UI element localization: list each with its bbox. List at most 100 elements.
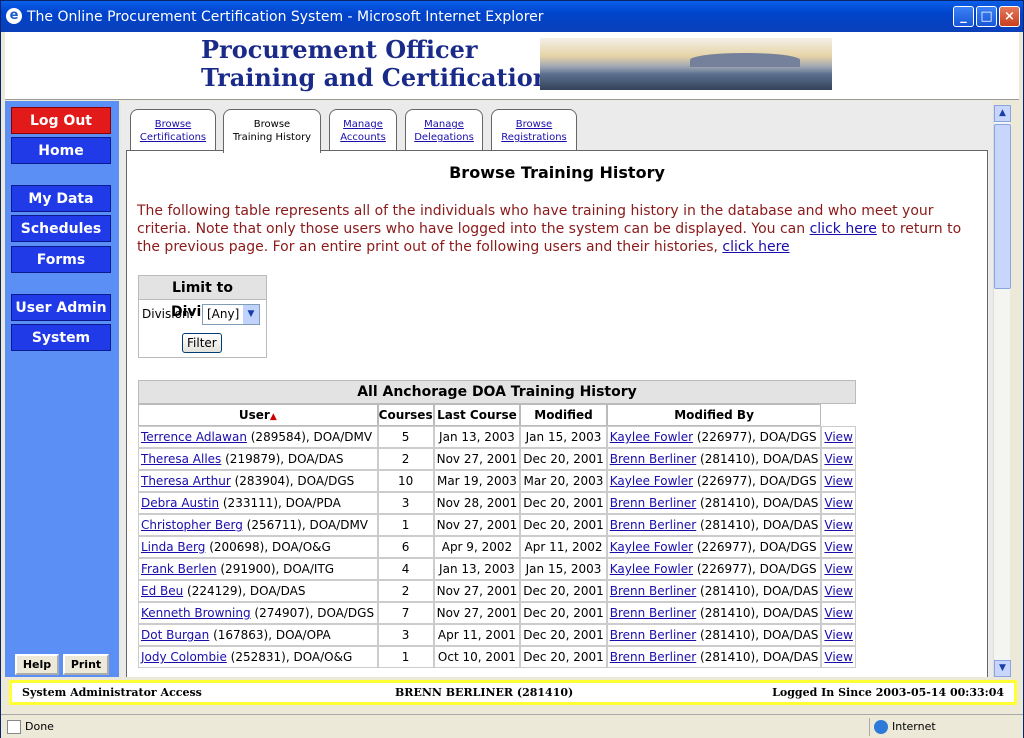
chevron-down-icon[interactable]: ▼ <box>243 305 259 324</box>
tab-browse-certifications[interactable]: Browse Certifications <box>130 109 216 151</box>
print-button[interactable]: Print <box>63 654 109 675</box>
view-link[interactable]: View <box>824 518 852 532</box>
schedules-button[interactable]: Schedules <box>11 215 111 242</box>
maximize-button[interactable]: □ <box>976 6 997 27</box>
user-cell: Theresa Arthur (283904), DOA/DGS <box>138 470 378 492</box>
modified-cell: Dec 20, 2001 <box>520 514 607 536</box>
logout-button[interactable]: Log Out <box>11 107 111 134</box>
courses-cell: 2 <box>377 580 434 602</box>
view-link[interactable]: View <box>824 452 852 466</box>
table-row: Kenneth Browning (274907), DOA/DGS 7 Nov 2… <box>138 602 856 624</box>
view-link[interactable]: View <box>824 562 852 576</box>
courses-cell: 3 <box>377 624 434 646</box>
user-cell: Frank Berlen (291900), DOA/ITG <box>138 558 378 580</box>
home-button[interactable]: Home <box>11 137 111 164</box>
header-landscape-image <box>540 38 832 90</box>
view-link[interactable]: View <box>824 606 852 620</box>
vertical-scrollbar[interactable]: ▲ ▼ <box>993 105 1011 677</box>
tab-browse-training-history[interactable]: Browse Training History <box>223 109 321 153</box>
scrollbar-thumb[interactable] <box>994 124 1011 289</box>
view-link[interactable]: View <box>824 650 852 664</box>
table-row: Dot Burgan (167863), DOA/OPA 3 Apr 11, 200… <box>138 624 856 646</box>
last-course-cell: Nov 27, 2001 <box>433 448 521 470</box>
tab-manage-delegations[interactable]: Manage Delegations <box>405 109 483 151</box>
user-link[interactable]: Jody Colombie <box>141 650 227 664</box>
my-data-button[interactable]: My Data <box>11 185 111 212</box>
site-title: Procurement Officer Training and Certifi… <box>201 35 551 92</box>
view-cell: View <box>821 448 856 470</box>
title-bar[interactable]: e The Online Procurement Certification S… <box>1 1 1023 32</box>
status-text: Done <box>25 720 54 733</box>
system-button[interactable]: System <box>11 324 111 351</box>
last-course-cell: Apr 11, 2001 <box>433 624 521 646</box>
view-link[interactable]: View <box>824 430 852 444</box>
user-link[interactable]: Frank Berlen <box>141 562 217 576</box>
modifier-link[interactable]: Kaylee Fowler <box>610 540 693 554</box>
ie-logo-icon: e <box>6 8 22 24</box>
user-link[interactable]: Christopher Berg <box>141 518 243 532</box>
modifier-link[interactable]: Brenn Berliner <box>610 452 696 466</box>
modifier-link[interactable]: Kaylee Fowler <box>610 562 693 576</box>
minimize-button[interactable]: _ <box>953 6 974 27</box>
scroll-down-icon[interactable]: ▼ <box>994 660 1011 677</box>
view-link[interactable]: View <box>824 628 852 642</box>
browser-window: e The Online Procurement Certification S… <box>0 0 1024 738</box>
user-admin-button[interactable]: User Admin <box>11 294 111 321</box>
user-cell: Linda Berg (200698), DOA/O&G <box>138 536 378 558</box>
table-row: Theresa Alles (219879), DOA/DAS 2 Nov 27, … <box>138 448 856 470</box>
user-link[interactable]: Terrence Adlawan <box>141 430 247 444</box>
user-link[interactable]: Theresa Arthur <box>141 474 231 488</box>
window-title: The Online Procurement Certification Sys… <box>27 9 544 25</box>
courses-cell: 7 <box>377 602 434 624</box>
modifier-link[interactable]: Kaylee Fowler <box>610 430 693 444</box>
view-cell: View <box>821 514 856 536</box>
modified-by-cell: Kaylee Fowler (226977), DOA/DGS <box>606 558 822 580</box>
help-button[interactable]: Help <box>15 654 59 675</box>
tab-panel: Browse Training History The following ta… <box>126 150 988 677</box>
print-all-link[interactable]: click here <box>722 239 789 255</box>
table-row: Frank Berlen (291900), DOA/ITG 4 Jan 13, 2… <box>138 558 856 580</box>
browser-status-bar: Done Internet <box>1 714 1023 738</box>
user-link[interactable]: Linda Berg <box>141 540 205 554</box>
user-column-header[interactable]: User▲ <box>138 404 378 426</box>
user-cell: Dot Burgan (167863), DOA/OPA <box>138 624 378 646</box>
user-link[interactable]: Ed Beu <box>141 584 183 598</box>
tab-browse-registrations[interactable]: Browse Registrations <box>491 109 577 151</box>
scroll-up-icon[interactable]: ▲ <box>994 105 1011 122</box>
user-link[interactable]: Kenneth Browning <box>141 606 251 620</box>
user-link[interactable]: Debra Austin <box>141 496 219 510</box>
modifier-link[interactable]: Brenn Berliner <box>610 606 696 620</box>
modifier-link[interactable]: Brenn Berliner <box>610 496 696 510</box>
user-link[interactable]: Theresa Alles <box>141 452 221 466</box>
modified-cell: Mar 20, 2003 <box>520 470 607 492</box>
view-link[interactable]: View <box>824 584 852 598</box>
last-course-cell: Mar 19, 2003 <box>433 470 521 492</box>
view-cell: View <box>821 558 856 580</box>
modifier-link[interactable]: Brenn Berliner <box>610 650 696 664</box>
filter-button[interactable]: Filter <box>182 333 222 353</box>
table-row: Theresa Arthur (283904), DOA/DGS 10 Mar 19… <box>138 470 856 492</box>
view-cell: View <box>821 580 856 602</box>
user-cell: Ed Beu (224129), DOA/DAS <box>138 580 378 602</box>
tab-manage-accounts[interactable]: Manage Accounts <box>329 109 397 151</box>
close-button[interactable]: × <box>999 6 1020 27</box>
modified-cell: Jan 15, 2003 <box>520 426 607 448</box>
modified-by-column-header: Modified By <box>606 404 822 426</box>
modifier-link[interactable]: Brenn Berliner <box>610 518 696 532</box>
user-link[interactable]: Dot Burgan <box>141 628 209 642</box>
modified-cell: Dec 20, 2001 <box>520 602 607 624</box>
modifier-link[interactable]: Brenn Berliner <box>610 628 696 642</box>
modified-column-header: Modified <box>520 404 607 426</box>
modifier-link[interactable]: Brenn Berliner <box>610 584 696 598</box>
modifier-link[interactable]: Kaylee Fowler <box>610 474 693 488</box>
table-row: Ed Beu (224129), DOA/DAS 2 Nov 27, 2001 Dec… <box>138 580 856 602</box>
forms-button[interactable]: Forms <box>11 246 111 273</box>
view-link[interactable]: View <box>824 540 852 554</box>
return-link[interactable]: click here <box>810 221 877 237</box>
courses-column-header: Courses <box>377 404 434 426</box>
view-link[interactable]: View <box>824 474 852 488</box>
table-caption: All Anchorage DOA Training History <box>138 380 856 404</box>
division-select[interactable]: [Any] ▼ <box>202 304 260 325</box>
view-link[interactable]: View <box>824 496 852 510</box>
view-cell: View <box>821 426 856 448</box>
